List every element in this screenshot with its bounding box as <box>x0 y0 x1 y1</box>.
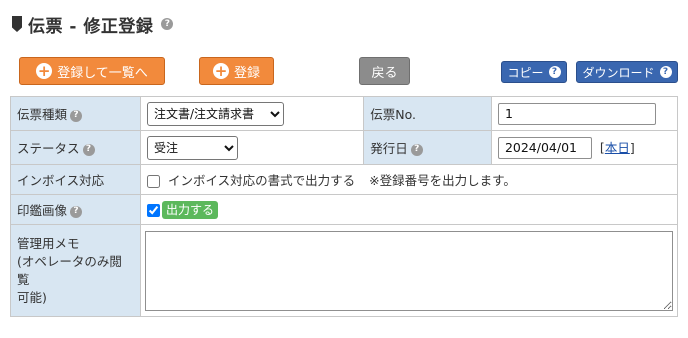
memo-label-cell: 管理用メモ (オペレータのみ閲覧 可能) <box>10 224 141 317</box>
seal-output-badge[interactable]: 出力する <box>162 201 219 219</box>
memo-label-line1: 管理用メモ <box>17 235 80 251</box>
memo-label-line2: (オペレータのみ閲覧 <box>17 253 122 287</box>
issue-date-label: 発行日 <box>370 141 408 156</box>
register-and-list-label: 登録して一覧へ <box>57 65 148 81</box>
copy-help-icon: ? <box>548 66 561 78</box>
issue-date-label-cell: 発行日? <box>363 130 492 165</box>
slip-form: 伝票種類? 注文書/注文請求書 伝票No. ステータス? 受注 発行日? [本日… <box>10 96 679 317</box>
invoice-checkbox-label[interactable]: インボイス対応の書式で出力する <box>168 173 355 188</box>
register-button[interactable]: + 登録 <box>199 57 274 85</box>
slip-no-label: 伝票No. <box>370 107 416 122</box>
seal-checkbox[interactable] <box>147 204 160 217</box>
page-title: 伝票 - 修正登録 <box>28 16 154 37</box>
seal-label-cell: 印鑑画像? <box>10 194 141 225</box>
status-label: ステータス <box>17 141 80 156</box>
download-help-icon: ? <box>659 66 672 78</box>
invoice-cell: インボイス対応の書式で出力する ※登録番号を出力します。 <box>140 164 678 195</box>
slip-type-select[interactable]: 注文書/注文請求書 <box>147 101 284 126</box>
plus-icon: + <box>36 61 53 80</box>
seal-label: 印鑑画像 <box>17 203 68 218</box>
issue-date-input[interactable] <box>497 136 592 159</box>
slip-no-cell <box>490 96 679 131</box>
slip-no-input[interactable] <box>497 102 656 125</box>
page-header: 伝票 - 修正登録 ? <box>12 12 174 37</box>
slip-type-label-cell: 伝票種類? <box>10 96 141 131</box>
memo-cell <box>140 224 678 317</box>
back-label: 戻る <box>371 65 398 81</box>
back-button[interactable]: 戻る <box>359 57 410 85</box>
invoice-label-cell: インボイス対応 <box>10 164 141 195</box>
download-label: ダウンロード <box>582 65 655 80</box>
register-and-list-button[interactable]: + 登録して一覧へ <box>19 57 165 85</box>
seal-help-icon[interactable]: ? <box>70 205 83 218</box>
invoice-checkbox[interactable] <box>147 175 160 188</box>
invoice-note: ※登録番号を出力します。 <box>369 173 516 188</box>
status-label-cell: ステータス? <box>10 130 141 165</box>
page-help-icon[interactable]: ? <box>161 18 174 30</box>
copy-label: コピー <box>507 65 544 80</box>
slip-type-cell: 注文書/注文請求書 <box>139 96 365 131</box>
issue-date-cell: [本日] <box>490 130 679 165</box>
seal-cell: 出力する <box>140 194 678 225</box>
plus-icon: + <box>212 61 229 80</box>
memo-label-line3: 可能) <box>17 289 47 305</box>
slip-type-label: 伝票種類 <box>17 107 68 122</box>
title-marker-icon <box>12 16 22 32</box>
slip-type-help-icon[interactable]: ? <box>70 109 83 122</box>
today-link[interactable]: 本日 <box>605 140 630 155</box>
invoice-label: インボイス対応 <box>17 173 105 188</box>
today-close-bracket: ] <box>629 140 635 155</box>
copy-button[interactable]: コピー ? <box>501 61 567 83</box>
memo-textarea[interactable] <box>145 230 673 311</box>
status-cell: 受注 <box>139 130 365 165</box>
issue-date-help-icon[interactable]: ? <box>410 143 423 156</box>
slip-no-label-cell: 伝票No. <box>363 96 492 131</box>
download-button[interactable]: ダウンロード ? <box>576 61 678 83</box>
status-help-icon[interactable]: ? <box>82 143 95 156</box>
register-label: 登録 <box>233 65 260 81</box>
status-select[interactable]: 受注 <box>147 135 238 160</box>
